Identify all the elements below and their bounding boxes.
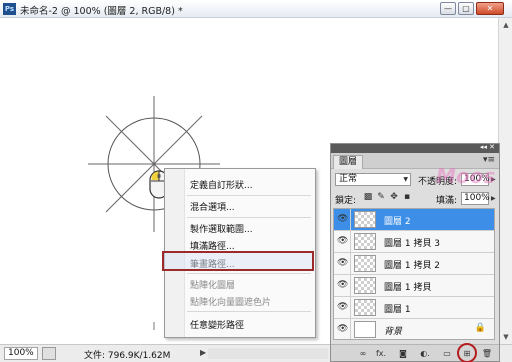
trash-icon[interactable]: 🗑 xyxy=(481,348,493,359)
group-icon[interactable]: ▭ xyxy=(441,348,453,359)
eye-visibility-icon[interactable]: 👁 xyxy=(337,324,348,335)
layer-row[interactable]: 👁 圖層 2 xyxy=(334,209,494,231)
eye-visibility-icon[interactable]: 👁 xyxy=(337,236,348,247)
menu-item-free-transform-path[interactable]: 任意變形路徑 xyxy=(190,318,244,331)
panel-dock-header: ◂◂ ✕ xyxy=(331,143,499,153)
vertical-scrollbar[interactable]: ▲ ▼ xyxy=(498,18,512,344)
lock-position-move-icon[interactable]: ✥ xyxy=(389,192,399,203)
lock-icon: 🔒 xyxy=(474,323,486,333)
menu-item-rasterize-layer: 點陣化圖層 xyxy=(190,281,236,291)
menu-item-rasterize-vector-mask: 點陣化向量圖遮色片 xyxy=(190,298,272,308)
blend-mode-select[interactable]: 正常 ▼ xyxy=(335,173,411,186)
layer-name[interactable]: 背景 xyxy=(384,324,402,337)
lock-transparency-icon[interactable]: ▩ xyxy=(363,192,373,203)
fx-icon[interactable]: fx. xyxy=(375,348,387,359)
watermark-logo: Moos xyxy=(436,164,496,188)
layer-thumbnail xyxy=(354,299,376,316)
menu-separator xyxy=(187,273,311,274)
menu-item-blending-options[interactable]: 混合選項... xyxy=(190,200,235,213)
menu-separator xyxy=(187,195,311,196)
lock-label: 鎖定: xyxy=(335,196,357,206)
tab-layers[interactable]: 圖層 xyxy=(333,155,364,169)
chevron-down-icon: ▼ xyxy=(403,176,408,183)
layer-thumbnail xyxy=(354,255,376,272)
menu-separator xyxy=(187,311,311,312)
maximize-button[interactable]: ▢ xyxy=(458,2,474,15)
layer-name[interactable]: 圖層 1 xyxy=(384,302,411,315)
menu-separator xyxy=(187,217,311,218)
layer-list: 👁 圖層 2 👁 圖層 1 拷貝 3 👁 圖層 1 拷貝 2 👁 圖層 1 拷貝… xyxy=(333,208,495,340)
stroke-path-highlight xyxy=(162,251,314,271)
layers-panel-footer: ∞ fx. ◙ ◐. ▭ ⊞ 🗑 xyxy=(331,343,499,362)
layer-row[interactable]: 👁 圖層 1 拷貝 3 xyxy=(334,231,494,253)
menu-item-make-selection[interactable]: 製作選取範圍... xyxy=(190,222,253,235)
minimize-button[interactable]: — xyxy=(440,2,456,15)
layer-name[interactable]: 圖層 1 拷貝 xyxy=(384,280,431,293)
document-title: 未命名-2 @ 100% (圖層 2, RGB/8) * xyxy=(20,6,183,17)
eye-visibility-icon[interactable]: 👁 xyxy=(337,258,348,269)
layer-row[interactable]: 👁 圖層 1 xyxy=(334,297,494,319)
collapse-panel-icon[interactable]: ◂◂ ✕ xyxy=(480,143,495,151)
scroll-down-arrow-icon[interactable]: ▼ xyxy=(501,332,511,342)
new-layer-highlight xyxy=(457,343,477,362)
adjustment-icon[interactable]: ◐. xyxy=(419,348,431,359)
document-size-info: 文件: 796.9K/1.62M xyxy=(84,351,171,361)
scroll-up-arrow-icon[interactable]: ▲ xyxy=(501,20,511,30)
lock-pixels-brush-icon[interactable]: ✎ xyxy=(376,192,386,203)
link-icon[interactable]: ∞ xyxy=(357,348,369,359)
eye-visibility-icon[interactable]: 👁 xyxy=(337,302,348,313)
status-options-button[interactable] xyxy=(42,347,56,360)
eye-visibility-icon[interactable]: 👁 xyxy=(337,280,348,291)
layer-thumbnail xyxy=(354,277,376,294)
window-title-bar: Ps 未命名-2 @ 100% (圖層 2, RGB/8) * — ▢ ✕ xyxy=(0,0,512,18)
status-menu-arrow-icon[interactable]: ▶ xyxy=(200,348,206,357)
layer-thumbnail xyxy=(354,233,376,250)
layer-row[interactable]: 👁 圖層 1 拷貝 xyxy=(334,275,494,297)
zoom-level-field[interactable]: 100% xyxy=(4,347,38,360)
menu-item-define-custom-shape[interactable]: 定義自訂形狀... xyxy=(190,178,253,191)
lock-all-icon[interactable]: ▪ xyxy=(402,192,412,203)
eye-visibility-icon[interactable]: 👁 xyxy=(337,214,348,225)
layer-thumbnail xyxy=(354,211,376,228)
layer-name[interactable]: 圖層 1 拷貝 2 xyxy=(384,258,440,271)
mask-icon[interactable]: ◙ xyxy=(397,348,409,359)
blend-mode-value: 正常 xyxy=(339,174,358,184)
close-button[interactable]: ✕ xyxy=(476,2,504,15)
horizontal-scrollbar[interactable] xyxy=(208,348,328,359)
layer-name[interactable]: 圖層 1 拷貝 3 xyxy=(384,236,440,249)
photoshop-app-icon: Ps xyxy=(3,3,16,15)
layer-name[interactable]: 圖層 2 xyxy=(384,214,411,227)
layer-row[interactable]: 👁 背景 🔒 xyxy=(334,319,494,339)
fill-label: 填滿: xyxy=(436,196,458,206)
fill-input[interactable]: 100% xyxy=(461,192,490,205)
layer-row[interactable]: 👁 圖層 1 拷貝 2 xyxy=(334,253,494,275)
layer-thumbnail xyxy=(354,321,376,338)
fill-slider-arrow-icon[interactable]: ▶ xyxy=(491,195,496,202)
